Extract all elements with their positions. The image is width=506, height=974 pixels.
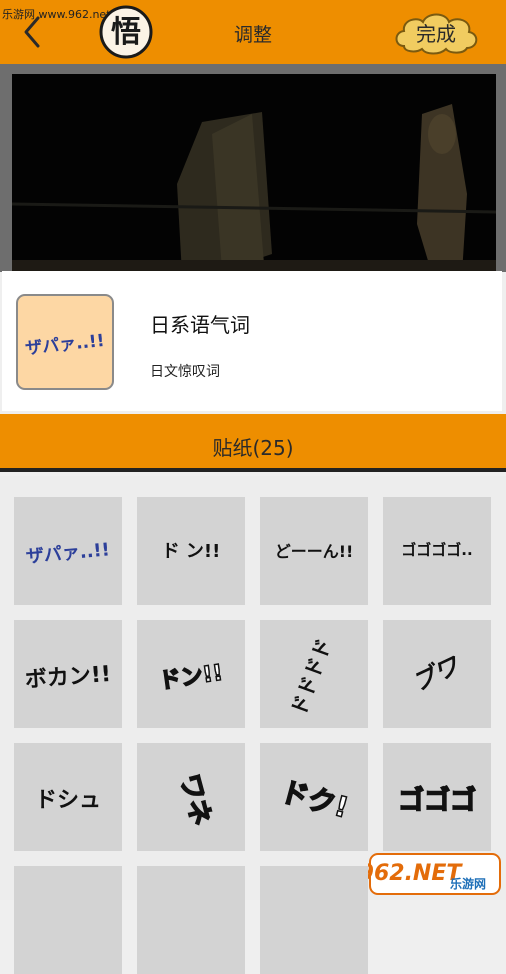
sticker-tile[interactable]: ワネ — [137, 743, 245, 851]
sticker-pack-thumbnail: ザパァ..!! — [16, 294, 114, 390]
sticker-tile[interactable]: ドドドド — [260, 620, 368, 728]
sticker-pack-title: 日系语气词 — [150, 313, 250, 337]
sticker-tile[interactable] — [260, 866, 368, 974]
sticker-tile[interactable]: ブワ — [383, 620, 491, 728]
svg-text:ド ン!!: ド ン!! — [162, 541, 221, 562]
sticker-tile[interactable]: どーーん!! — [260, 497, 368, 605]
sticker-tile[interactable]: ド ン!! — [137, 497, 245, 605]
sticker-tile[interactable] — [137, 866, 245, 974]
svg-text:ゴゴゴゴ..: ゴゴゴゴ.. — [401, 541, 472, 559]
sticker-tile[interactable]: ドン!! — [137, 620, 245, 728]
sticker-tile[interactable]: ザパァ..!! — [14, 497, 122, 605]
svg-text:乐游网: 乐游网 — [450, 876, 486, 891]
svg-text:ボカン!!: ボカン!! — [24, 662, 112, 693]
sticker-tile[interactable] — [14, 866, 122, 974]
sticker-tile[interactable]: ドシュ — [14, 743, 122, 851]
svg-text:ザパァ..!!: ザパァ..!! — [24, 331, 105, 359]
done-button[interactable]: 完成 — [392, 18, 480, 47]
sticker-tile[interactable]: ゴゴゴ — [383, 743, 491, 851]
svg-text:どーーん!!: どーーん!! — [275, 542, 354, 561]
sticker-tile[interactable]: ボカン!! — [14, 620, 122, 728]
svg-text:ワネ: ワネ — [174, 771, 216, 829]
tab-stickers[interactable]: 贴纸(25) — [0, 432, 506, 461]
svg-text:ドク!: ドク! — [277, 775, 352, 825]
svg-text:ドン!!: ドン!! — [157, 661, 224, 695]
svg-text:ザパァ..!!: ザパァ..!! — [25, 539, 111, 567]
svg-text:ブワ: ブワ — [408, 651, 465, 698]
sticker-pack-subtitle: 日文惊叹词 — [150, 364, 220, 380]
watermark-logo: 962.NET 乐游网 — [359, 850, 502, 898]
sticker-tile[interactable]: ドク! — [260, 743, 368, 851]
sticker-tile[interactable]: ゴゴゴゴ.. — [383, 497, 491, 605]
svg-text:ドドドド: ドドドド — [286, 635, 336, 718]
preview-image — [11, 74, 497, 274]
svg-text:ゴゴゴ: ゴゴゴ — [398, 785, 476, 816]
svg-text:ドシュ: ドシュ — [35, 788, 101, 813]
